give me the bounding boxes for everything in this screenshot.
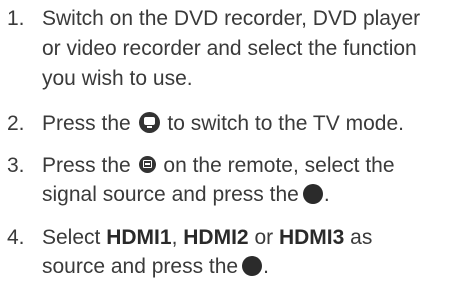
step-number: 3.	[7, 154, 25, 177]
step-text: Press the	[42, 112, 131, 135]
step-text: as	[350, 226, 373, 249]
step-text: ,	[171, 226, 178, 249]
step-text: Select	[42, 226, 101, 249]
step-3: 3. Press the on the remote, select the s…	[0, 151, 474, 209]
option-hdmi3: HDMI3	[278, 226, 345, 249]
step-text: on the remote, select the	[163, 154, 395, 177]
step-text: .	[263, 255, 269, 278]
step-text-line: Switch on the DVD recorder, DVD player	[42, 7, 421, 30]
step-text: or	[254, 226, 274, 249]
step-text-line: or video recorder and select the functio…	[42, 37, 417, 60]
ok-button-icon	[302, 184, 323, 204]
ok-button-icon	[242, 256, 263, 276]
step-1: 1. Switch on the DVD recorder, DVD playe…	[0, 4, 474, 94]
step-text: to switch to the TV mode.	[167, 112, 404, 135]
tv-mode-icon	[138, 112, 160, 133]
step-2: 2. Press the to switch to the TV mode.	[0, 109, 474, 139]
option-hdmi1: HDMI1	[106, 226, 172, 249]
step-text: Press the	[42, 154, 131, 177]
step-text: source and press the	[42, 255, 239, 278]
source-icon	[138, 156, 156, 173]
step-text: .	[323, 183, 330, 206]
option-hdmi2: HDMI2	[183, 226, 249, 249]
step-number: 4.	[7, 226, 25, 249]
step-number: 1.	[7, 7, 25, 30]
step-number: 2.	[7, 112, 25, 135]
step-4: 4. Select HDMI1, HDMI2 or HDMI3 as sourc…	[0, 223, 474, 281]
step-text: signal source and press the	[42, 183, 299, 206]
step-text-line: you wish to use.	[42, 67, 193, 90]
